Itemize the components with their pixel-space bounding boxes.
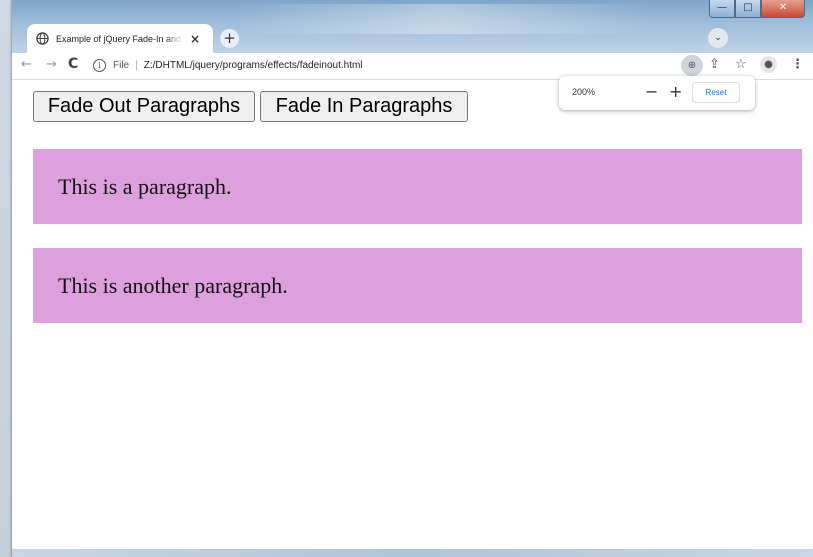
maximize-button[interactable]: □: [735, 0, 761, 18]
aero-glass-highlight: [232, 4, 652, 34]
tab-close-icon[interactable]: ×: [190, 32, 200, 46]
new-tab-button[interactable]: +: [220, 29, 239, 48]
reload-icon[interactable]: C: [68, 56, 78, 72]
address-separator: |: [135, 60, 138, 71]
scheme-label: File: [113, 60, 130, 71]
bookmark-star-icon[interactable]: ☆: [735, 57, 747, 72]
tab-search-button[interactable]: ⌄: [708, 28, 728, 48]
page-content: Fade Out Paragraphs Fade In Paragraphs T…: [12, 80, 813, 557]
taskbar-strip: [12, 549, 813, 557]
forward-arrow-icon[interactable]: →: [46, 57, 57, 72]
url-text: Z:/DHTML/jquery/programs/effects/fadeino…: [143, 60, 363, 71]
paragraph-1: This is a paragraph.: [33, 149, 802, 224]
minimize-button[interactable]: —: [709, 0, 735, 18]
zoom-in-button[interactable]: +: [669, 82, 682, 101]
paragraph-2: This is another paragraph.: [33, 248, 802, 323]
zoom-out-button[interactable]: −: [645, 82, 658, 101]
fade-out-button[interactable]: Fade Out Paragraphs: [33, 91, 255, 122]
browser-tab[interactable]: Example of jQuery Fade-In and Fade-Out ×: [27, 24, 213, 53]
browser-window: Example of jQuery Fade-In and Fade-Out ×…: [12, 0, 813, 557]
fade-in-button[interactable]: Fade In Paragraphs: [260, 91, 468, 122]
desktop-background-strip: [0, 0, 12, 557]
zoom-popup: 200% − + Reset: [559, 76, 755, 110]
info-icon[interactable]: i: [93, 59, 106, 72]
kebab-menu-icon[interactable]: ⋮: [791, 57, 804, 72]
zoom-icon[interactable]: ⊕: [681, 55, 703, 76]
share-icon[interactable]: ⇪: [709, 57, 720, 72]
tab-title: Example of jQuery Fade-In and Fade-Out: [56, 33, 184, 44]
zoom-level-text: 200%: [572, 87, 596, 97]
profile-avatar-icon[interactable]: ●: [760, 56, 777, 73]
address-bar[interactable]: i File | Z:/DHTML/jquery/programs/effect…: [93, 55, 711, 76]
close-window-button[interactable]: ✕: [761, 0, 805, 18]
zoom-reset-button[interactable]: Reset: [692, 82, 740, 103]
window-caption-buttons: — □ ✕: [709, 0, 805, 18]
title-bar: Example of jQuery Fade-In and Fade-Out ×…: [12, 0, 813, 53]
globe-icon: [36, 32, 49, 45]
back-arrow-icon[interactable]: ←: [21, 57, 32, 72]
